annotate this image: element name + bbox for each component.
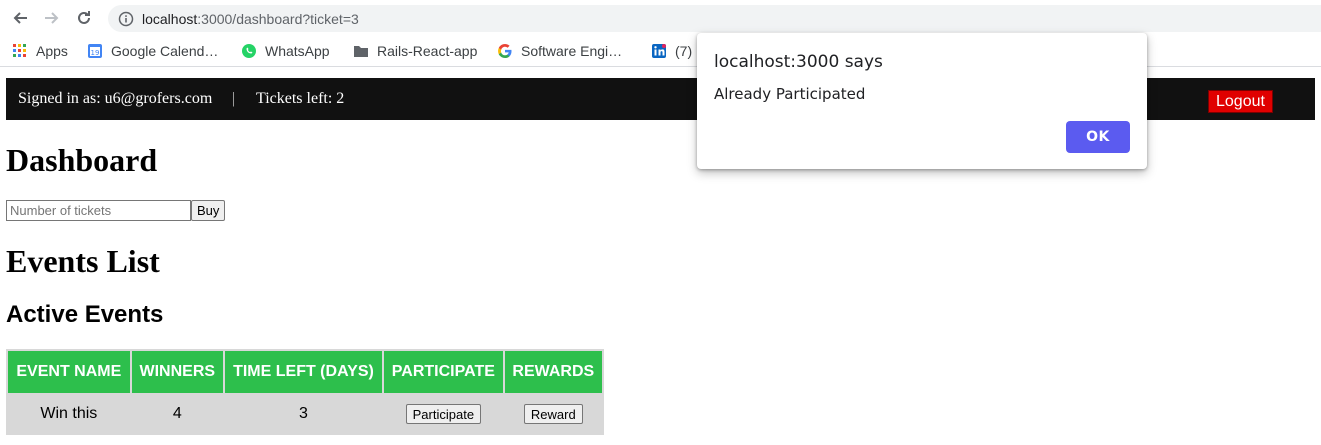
reload-icon[interactable] xyxy=(72,6,96,30)
svg-text:19: 19 xyxy=(91,49,100,57)
event-name-cell: Win this xyxy=(8,395,130,433)
forward-arrow-icon[interactable] xyxy=(40,6,64,30)
participate-button[interactable]: Participate xyxy=(405,404,482,424)
dialog-title: localhost:3000 says xyxy=(714,52,883,72)
buy-tickets-form: Buy xyxy=(6,200,226,221)
tickets-left-text: Tickets left: 2 xyxy=(256,90,345,107)
browser-toolbar: localhost:3000/dashboard?ticket=3 xyxy=(0,0,1321,36)
table-row: Win this 4 3 Participate Reward xyxy=(8,395,602,433)
logout-button[interactable]: Logout xyxy=(1208,90,1273,113)
dialog-ok-button[interactable]: OK xyxy=(1066,121,1130,153)
column-header-event-name: EVENT NAME xyxy=(8,351,130,393)
active-events-heading: Active Events xyxy=(6,301,164,328)
column-header-participate: PARTICIPATE xyxy=(384,351,503,393)
bookmark-label: Google Calend… xyxy=(111,43,219,59)
url-host: localhost xyxy=(142,10,198,27)
column-header-winners: WINNERS xyxy=(131,351,223,393)
bookmark-apps[interactable]: Apps xyxy=(12,41,68,61)
folder-icon xyxy=(353,43,369,59)
url-text[interactable]: localhost:3000/dashboard?ticket=3 xyxy=(142,11,359,27)
participate-cell: Participate xyxy=(384,395,503,433)
bookmark-label: Apps xyxy=(36,43,68,59)
signed-in-text: Signed in as: u6@grofers.com xyxy=(18,90,213,107)
bookmark-linkedin[interactable]: (7) xyxy=(651,41,692,61)
linkedin-icon xyxy=(651,43,667,59)
google-icon xyxy=(497,43,513,59)
bookmark-rails-react-app[interactable]: Rails-React-app xyxy=(353,41,477,61)
bookmark-label: Rails-React-app xyxy=(377,43,478,59)
time-left-cell: 3 xyxy=(224,395,383,433)
address-bar[interactable]: localhost:3000/dashboard?ticket=3 xyxy=(108,5,1321,32)
google-calendar-icon: 19 xyxy=(87,43,103,59)
page-title: Dashboard xyxy=(6,142,158,178)
winners-cell: 4 xyxy=(131,395,223,433)
back-arrow-icon[interactable] xyxy=(8,6,32,30)
info-icon[interactable] xyxy=(118,11,134,27)
alert-dialog: localhost:3000 says Already Participated… xyxy=(697,33,1147,169)
events-table: EVENT NAME WINNERS TIME LEFT (DAYS) PART… xyxy=(6,349,604,435)
bookmark-google-calendar[interactable]: 19 Google Calend… xyxy=(87,41,218,61)
dialog-message: Already Participated xyxy=(714,85,866,103)
column-header-rewards: REWARDS xyxy=(504,351,602,393)
apps-grid-icon xyxy=(12,43,28,59)
column-header-time-left: TIME LEFT (DAYS) xyxy=(224,351,383,393)
bookmark-label: (7) xyxy=(675,43,693,59)
reward-button[interactable]: Reward xyxy=(523,404,583,424)
navbar-separator: | xyxy=(232,90,236,107)
rewards-cell: Reward xyxy=(504,395,602,433)
bookmark-label: Software Engi… xyxy=(521,43,623,59)
table-header-row: EVENT NAME WINNERS TIME LEFT (DAYS) PART… xyxy=(8,351,602,393)
number-of-tickets-input[interactable] xyxy=(6,200,191,221)
bookmark-software-engineering[interactable]: Software Engi… xyxy=(497,41,622,61)
url-path: :3000/dashboard?ticket=3 xyxy=(197,10,359,27)
bookmark-label: WhatsApp xyxy=(265,43,330,59)
events-list-heading: Events List xyxy=(6,243,160,279)
bookmark-whatsapp[interactable]: WhatsApp xyxy=(241,41,330,61)
whatsapp-icon xyxy=(241,43,257,59)
buy-button[interactable]: Buy xyxy=(191,200,226,221)
